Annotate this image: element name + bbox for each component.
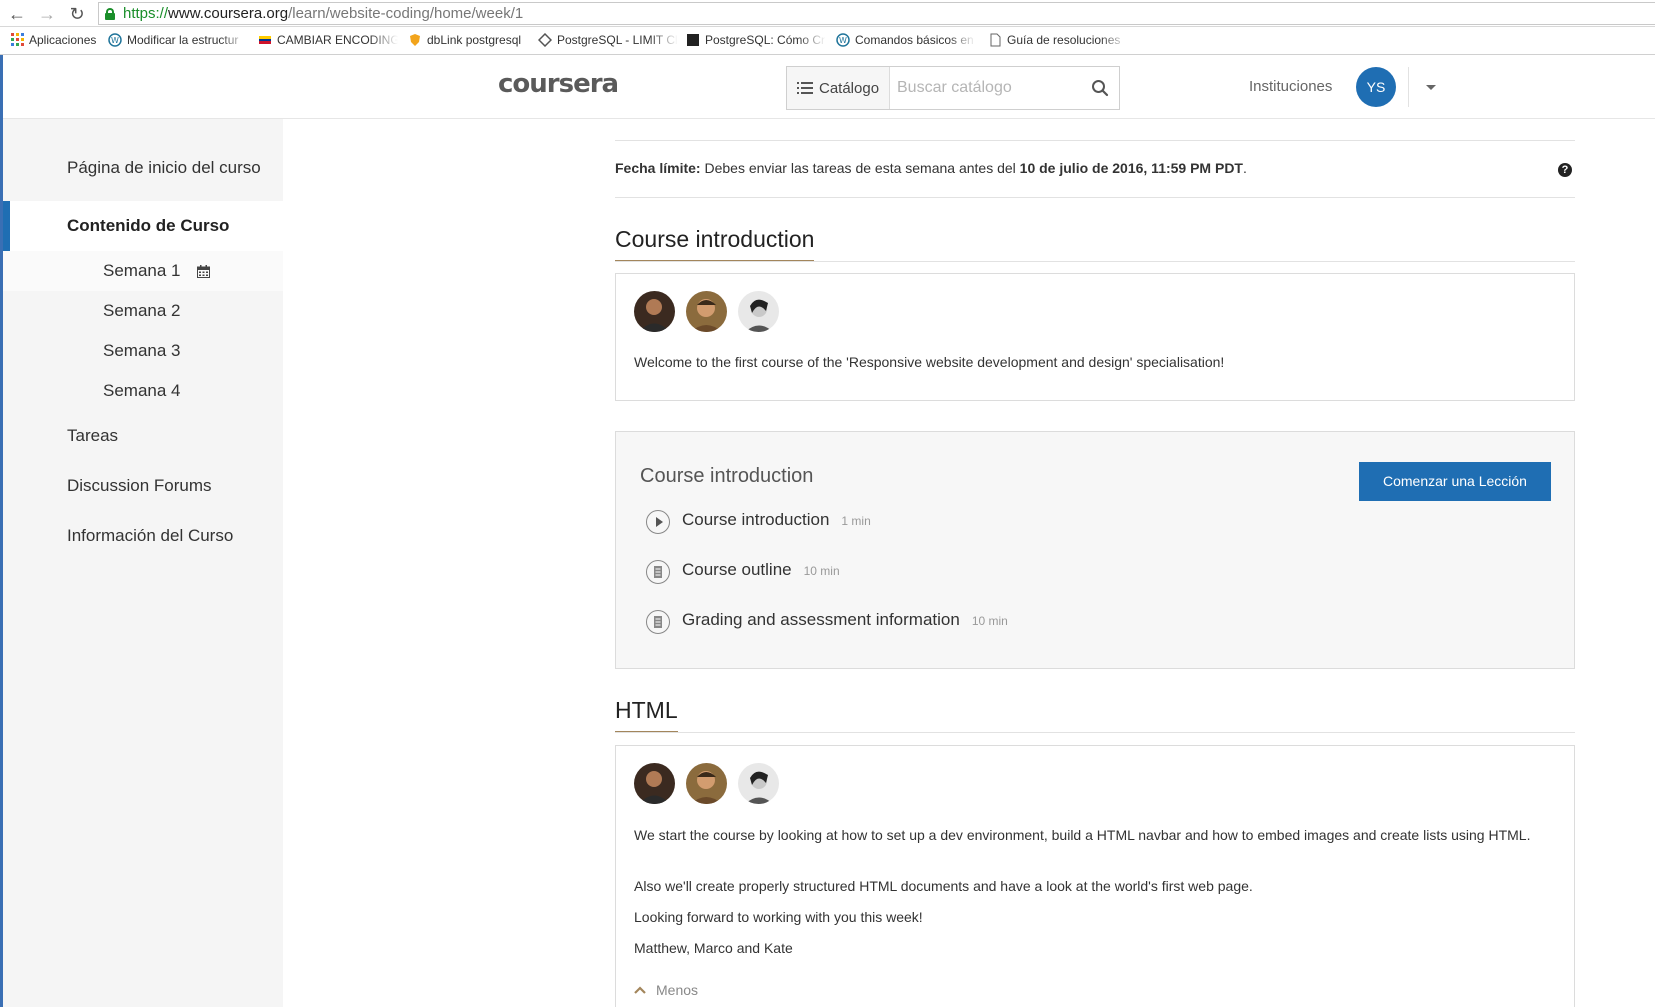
sidebar-item-label: Contenido de Curso (67, 216, 230, 235)
browser-toolbar: ← → ↻ https://www.coursera.org/learn/web… (0, 0, 1655, 27)
bookmark-modificar[interactable]: W Modificar la estructur (108, 33, 248, 47)
section-paragraph: Also we'll create properly structured HT… (634, 878, 1253, 894)
lesson-item-name: Course outline (682, 560, 792, 579)
sidebar-item-tareas[interactable]: Tareas (3, 411, 283, 461)
lesson-title: Course introduction (640, 465, 814, 487)
instructors (634, 291, 779, 332)
site-header: coursera Catálogo Instituciones YS (3, 55, 1655, 119)
instructor-avatar-icon[interactable] (686, 763, 727, 804)
header-divider (1408, 67, 1409, 107)
instructor-avatar-icon[interactable] (738, 291, 779, 332)
divider (615, 197, 1575, 198)
section-html-card: We start the course by looking at how to… (615, 745, 1575, 1007)
lesson-item[interactable]: Course outline 10 min (646, 560, 840, 584)
list-icon (797, 82, 813, 94)
diamond-icon (538, 33, 553, 47)
chevron-up-icon (634, 986, 646, 994)
bookmark-postgresql-limit[interactable]: PostgreSQL - LIMIT Cl (538, 33, 678, 47)
lesson-item-name: Grading and assessment information (682, 610, 960, 629)
bookmark-postgresql-como[interactable]: PostgreSQL: Cómo Cr (686, 33, 826, 47)
section-underline (615, 261, 1575, 262)
lesson-item-duration: 10 min (803, 564, 840, 578)
instructor-avatar-icon[interactable] (634, 291, 675, 332)
catalog-button[interactable]: Catálogo (787, 67, 890, 109)
section-description: Welcome to the first course of the 'Resp… (634, 354, 1225, 370)
instructor-avatar-icon[interactable] (738, 763, 779, 804)
lesson-item-duration: 1 min (841, 514, 871, 528)
catalog-label: Catálogo (819, 79, 880, 97)
lesson-item[interactable]: Grading and assessment information 10 mi… (646, 610, 1008, 634)
back-arrow-icon[interactable]: ← (6, 3, 28, 25)
svg-text:W: W (111, 36, 119, 45)
active-indicator (3, 201, 10, 251)
lock-icon (105, 8, 115, 20)
sidebar-item-label: Semana 1 (103, 261, 181, 280)
divider (615, 140, 1575, 141)
instructors (634, 763, 779, 804)
sidebar-item-course-home[interactable]: Página de inicio del curso (3, 119, 283, 201)
page-icon (988, 33, 1002, 47)
wordpress-icon: W (108, 33, 122, 47)
flag-icon (258, 33, 272, 47)
reading-icon (646, 560, 670, 584)
svg-text:W: W (839, 36, 847, 45)
bookmark-dblink[interactable]: dbLink postgresql (408, 33, 533, 47)
url-text[interactable]: https://www.coursera.org/learn/website-c… (123, 5, 523, 22)
coursera-logo[interactable]: coursera (498, 69, 619, 99)
section-paragraph: We start the course by looking at how to… (634, 827, 1531, 843)
deadline-label: Fecha límite: (615, 160, 701, 176)
deadline-text: Debes enviar las tareas de esta semana a… (700, 160, 1020, 176)
sidebar-item-forums[interactable]: Discussion Forums (3, 461, 283, 511)
lesson-card: Course introduction Comenzar una Lección… (615, 431, 1575, 669)
help-icon[interactable]: ? (1558, 163, 1572, 177)
show-less-label: Menos (656, 982, 699, 998)
sidebar-item-week-3[interactable]: Semana 3 (3, 331, 283, 371)
bookmark-comandos[interactable]: W Comandos básicos en (836, 33, 976, 47)
course-sidebar: Página de inicio del curso Contenido de … (3, 119, 283, 1007)
instructor-avatar-icon[interactable] (686, 291, 727, 332)
lesson-item-name: Course introduction (682, 510, 830, 529)
sidebar-item-course-info[interactable]: Información del Curso (3, 511, 283, 561)
deadline-notice: Fecha límite: Debes enviar las tareas de… (615, 160, 1247, 176)
sidebar-item-course-content[interactable]: Contenido de Curso (3, 201, 283, 251)
bookmarks-bar: Aplicaciones W Modificar la estructur CA… (0, 27, 1655, 55)
search-icon[interactable] (1091, 79, 1109, 97)
lesson-item-duration: 10 min (971, 614, 1008, 628)
lesson-item[interactable]: Course introduction 1 min (646, 510, 871, 534)
address-bar[interactable]: https://www.coursera.org/learn/website-c… (98, 2, 1655, 25)
institutions-link[interactable]: Instituciones (1249, 78, 1332, 95)
show-less-button[interactable]: Menos (634, 982, 698, 998)
reload-icon[interactable]: ↻ (66, 3, 88, 25)
calendar-icon (197, 265, 211, 279)
bookmark-guia[interactable]: Guía de resoluciones (988, 33, 1128, 47)
sidebar-item-week-2[interactable]: Semana 2 (3, 291, 283, 331)
section-paragraph: Matthew, Marco and Kate (634, 940, 793, 956)
instructor-avatar-icon[interactable] (634, 763, 675, 804)
apps-grid-icon (10, 33, 24, 47)
search-input[interactable] (897, 76, 1077, 100)
sidebar-item-week-1[interactable]: Semana 1 (3, 251, 283, 291)
bookmark-cambiar-encoding[interactable]: CAMBIAR ENCODING (258, 33, 398, 47)
chevron-down-icon[interactable] (1426, 85, 1436, 90)
forward-arrow-icon[interactable]: → (36, 3, 58, 25)
play-icon (646, 510, 670, 534)
sidebar-item-week-4[interactable]: Semana 4 (3, 371, 283, 411)
shield-icon (408, 33, 422, 47)
section-underline (615, 732, 1575, 733)
reading-icon (646, 610, 670, 634)
square-icon (686, 33, 700, 47)
deadline-date: 10 de julio de 2016, 11:59 PM PDT (1019, 160, 1243, 176)
section-paragraph: Looking forward to working with you this… (634, 909, 923, 925)
avatar[interactable]: YS (1356, 67, 1396, 107)
search-box: Catálogo (786, 66, 1120, 110)
bookmark-aplicaciones[interactable]: Aplicaciones (10, 33, 100, 47)
section-title: HTML (615, 697, 678, 733)
section-intro-card: Welcome to the first course of the 'Resp… (615, 273, 1575, 401)
start-lesson-button[interactable]: Comenzar una Lección (1359, 462, 1551, 501)
section-title: Course introduction (615, 226, 815, 262)
wordpress-icon: W (836, 33, 850, 47)
